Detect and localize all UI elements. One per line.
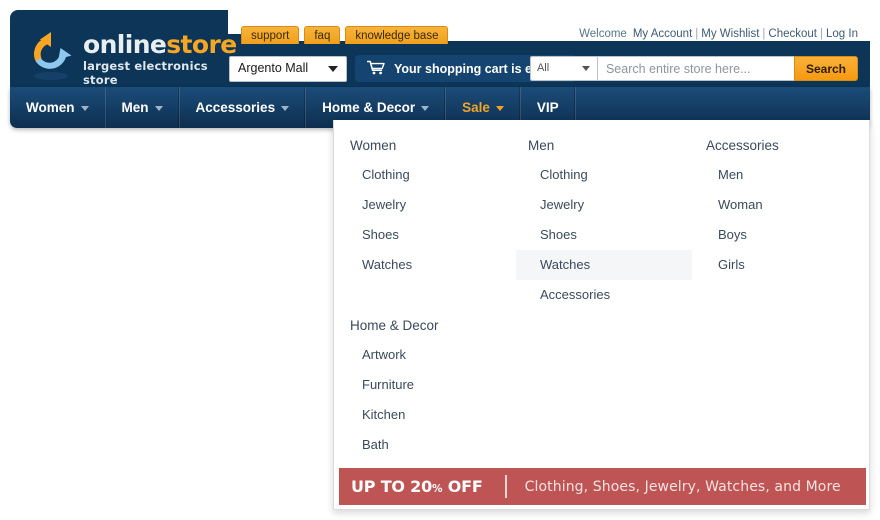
chevron-down-icon (581, 66, 590, 71)
mega-item-home-kitchen[interactable]: Kitchen (338, 400, 514, 430)
site-header: support faq knowledge base Welcome My Acc… (10, 10, 870, 128)
mega-column-title-home-decor: Home & Decor (350, 318, 439, 333)
mega-item-home-artwork[interactable]: Artwork (338, 340, 514, 370)
nav-label-women: Women (26, 100, 75, 115)
logo-wordmark: onlinestore (83, 31, 237, 58)
tab-knowledge-base[interactable]: knowledge base (345, 26, 449, 44)
mega-item-home-furniture[interactable]: Furniture (338, 370, 514, 400)
mega-item-home-bath[interactable]: Bath (338, 430, 514, 460)
checkout-link[interactable]: Checkout (768, 28, 817, 40)
search-bar: All Search (529, 56, 858, 81)
nav-item-men[interactable]: Men (106, 87, 180, 128)
nav-label-home-decor: Home & Decor (322, 100, 416, 115)
shopping-cart-icon (366, 60, 385, 78)
logo-word-online: online (83, 30, 167, 59)
store-switcher-select[interactable]: Argento Mall (229, 56, 347, 82)
mega-column-accessories: Accessories Men Woman Boys Girls (694, 131, 870, 280)
logo-text: onlinestore largest electronics store (83, 31, 237, 87)
chevron-down-icon (421, 106, 430, 111)
nav-item-women[interactable]: Women (10, 87, 106, 128)
utility-tabs: support faq knowledge base (241, 26, 449, 45)
mega-item-men-jewelry[interactable]: Jewelry (516, 190, 692, 220)
account-links: Welcome My Account | My Wishlist | Checkout | L… (579, 28, 858, 40)
mega-menu-columns: Women Clothing Jewelry Shoes Watches Men… (334, 120, 869, 473)
logo-tagline: largest electronics store (83, 59, 208, 87)
mega-menu-panel: Women Clothing Jewelry Shoes Watches Men… (333, 120, 870, 510)
search-input[interactable] (596, 56, 794, 81)
search-button[interactable]: Search (793, 56, 858, 81)
nav-label-sale: Sale (462, 100, 490, 115)
tab-faq[interactable]: faq (304, 26, 341, 44)
mega-column-home-decor: Home & Decor Artwork Furniture Kitchen B… (338, 311, 514, 460)
search-category-value: All (536, 62, 550, 74)
promo-banner[interactable]: UP TO 20% OFF Clothing, Shoes, Jewelry, … (339, 468, 866, 505)
log-in-link[interactable]: Log In (826, 28, 858, 40)
my-account-link[interactable]: My Account (633, 28, 692, 40)
mega-column-title-men: Men (528, 138, 555, 153)
mega-column-title-women: Women (350, 138, 397, 153)
logo-word-store: store (166, 30, 237, 59)
mega-item-women-jewelry[interactable]: Jewelry (338, 190, 514, 220)
chevron-down-icon (495, 106, 504, 111)
site-logo[interactable]: onlinestore largest electronics store (25, 28, 237, 87)
nav-item-accessories[interactable]: Accessories (180, 87, 307, 128)
promo-headline-percent: % (432, 483, 443, 495)
mega-item-men-shoes[interactable]: Shoes (516, 220, 692, 250)
mega-item-accessories-girls[interactable]: Girls (694, 250, 870, 280)
chevron-down-icon (328, 66, 338, 72)
circular-arrows-icon (25, 30, 77, 82)
link-separator-3: | (820, 28, 824, 40)
mega-item-men-clothing[interactable]: Clothing (516, 160, 692, 190)
mega-item-accessories-boys[interactable]: Boys (694, 220, 870, 250)
mega-item-women-watches[interactable]: Watches (338, 250, 514, 280)
chevron-down-icon (80, 106, 89, 111)
promo-divider (504, 475, 507, 498)
my-wishlist-link[interactable]: My Wishlist (701, 28, 759, 40)
search-category-select[interactable]: All (529, 56, 597, 81)
chevron-down-icon (154, 106, 163, 111)
promo-headline-suffix: OFF (442, 477, 483, 496)
mega-column-women: Women Clothing Jewelry Shoes Watches (338, 131, 514, 280)
mega-item-men-watches[interactable]: Watches (516, 250, 692, 280)
nav-label-vip: VIP (536, 100, 559, 115)
tab-support[interactable]: support (241, 26, 300, 44)
promo-headline-prefix: UP TO 20 (351, 477, 433, 496)
chevron-down-icon (281, 106, 290, 111)
mega-column-men: Men Clothing Jewelry Shoes Watches Acces… (516, 131, 692, 310)
link-separator-1: | (695, 28, 699, 40)
mega-item-accessories-woman[interactable]: Woman (694, 190, 870, 220)
welcome-text: Welcome (579, 28, 627, 40)
nav-label-men: Men (121, 100, 149, 115)
mega-item-women-clothing[interactable]: Clothing (338, 160, 514, 190)
mega-item-women-shoes[interactable]: Shoes (338, 220, 514, 250)
promo-subtext: Clothing, Shoes, Jewelry, Watches, and M… (524, 478, 841, 495)
nav-label-accessories: Accessories (195, 100, 276, 115)
mega-item-men-accessories[interactable]: Accessories (516, 280, 692, 310)
mega-item-accessories-men[interactable]: Men (694, 160, 870, 190)
store-switcher-value: Argento Mall (238, 61, 309, 75)
promo-headline: UP TO 20% OFF (339, 477, 483, 496)
mega-column-title-accessories: Accessories (706, 138, 779, 153)
